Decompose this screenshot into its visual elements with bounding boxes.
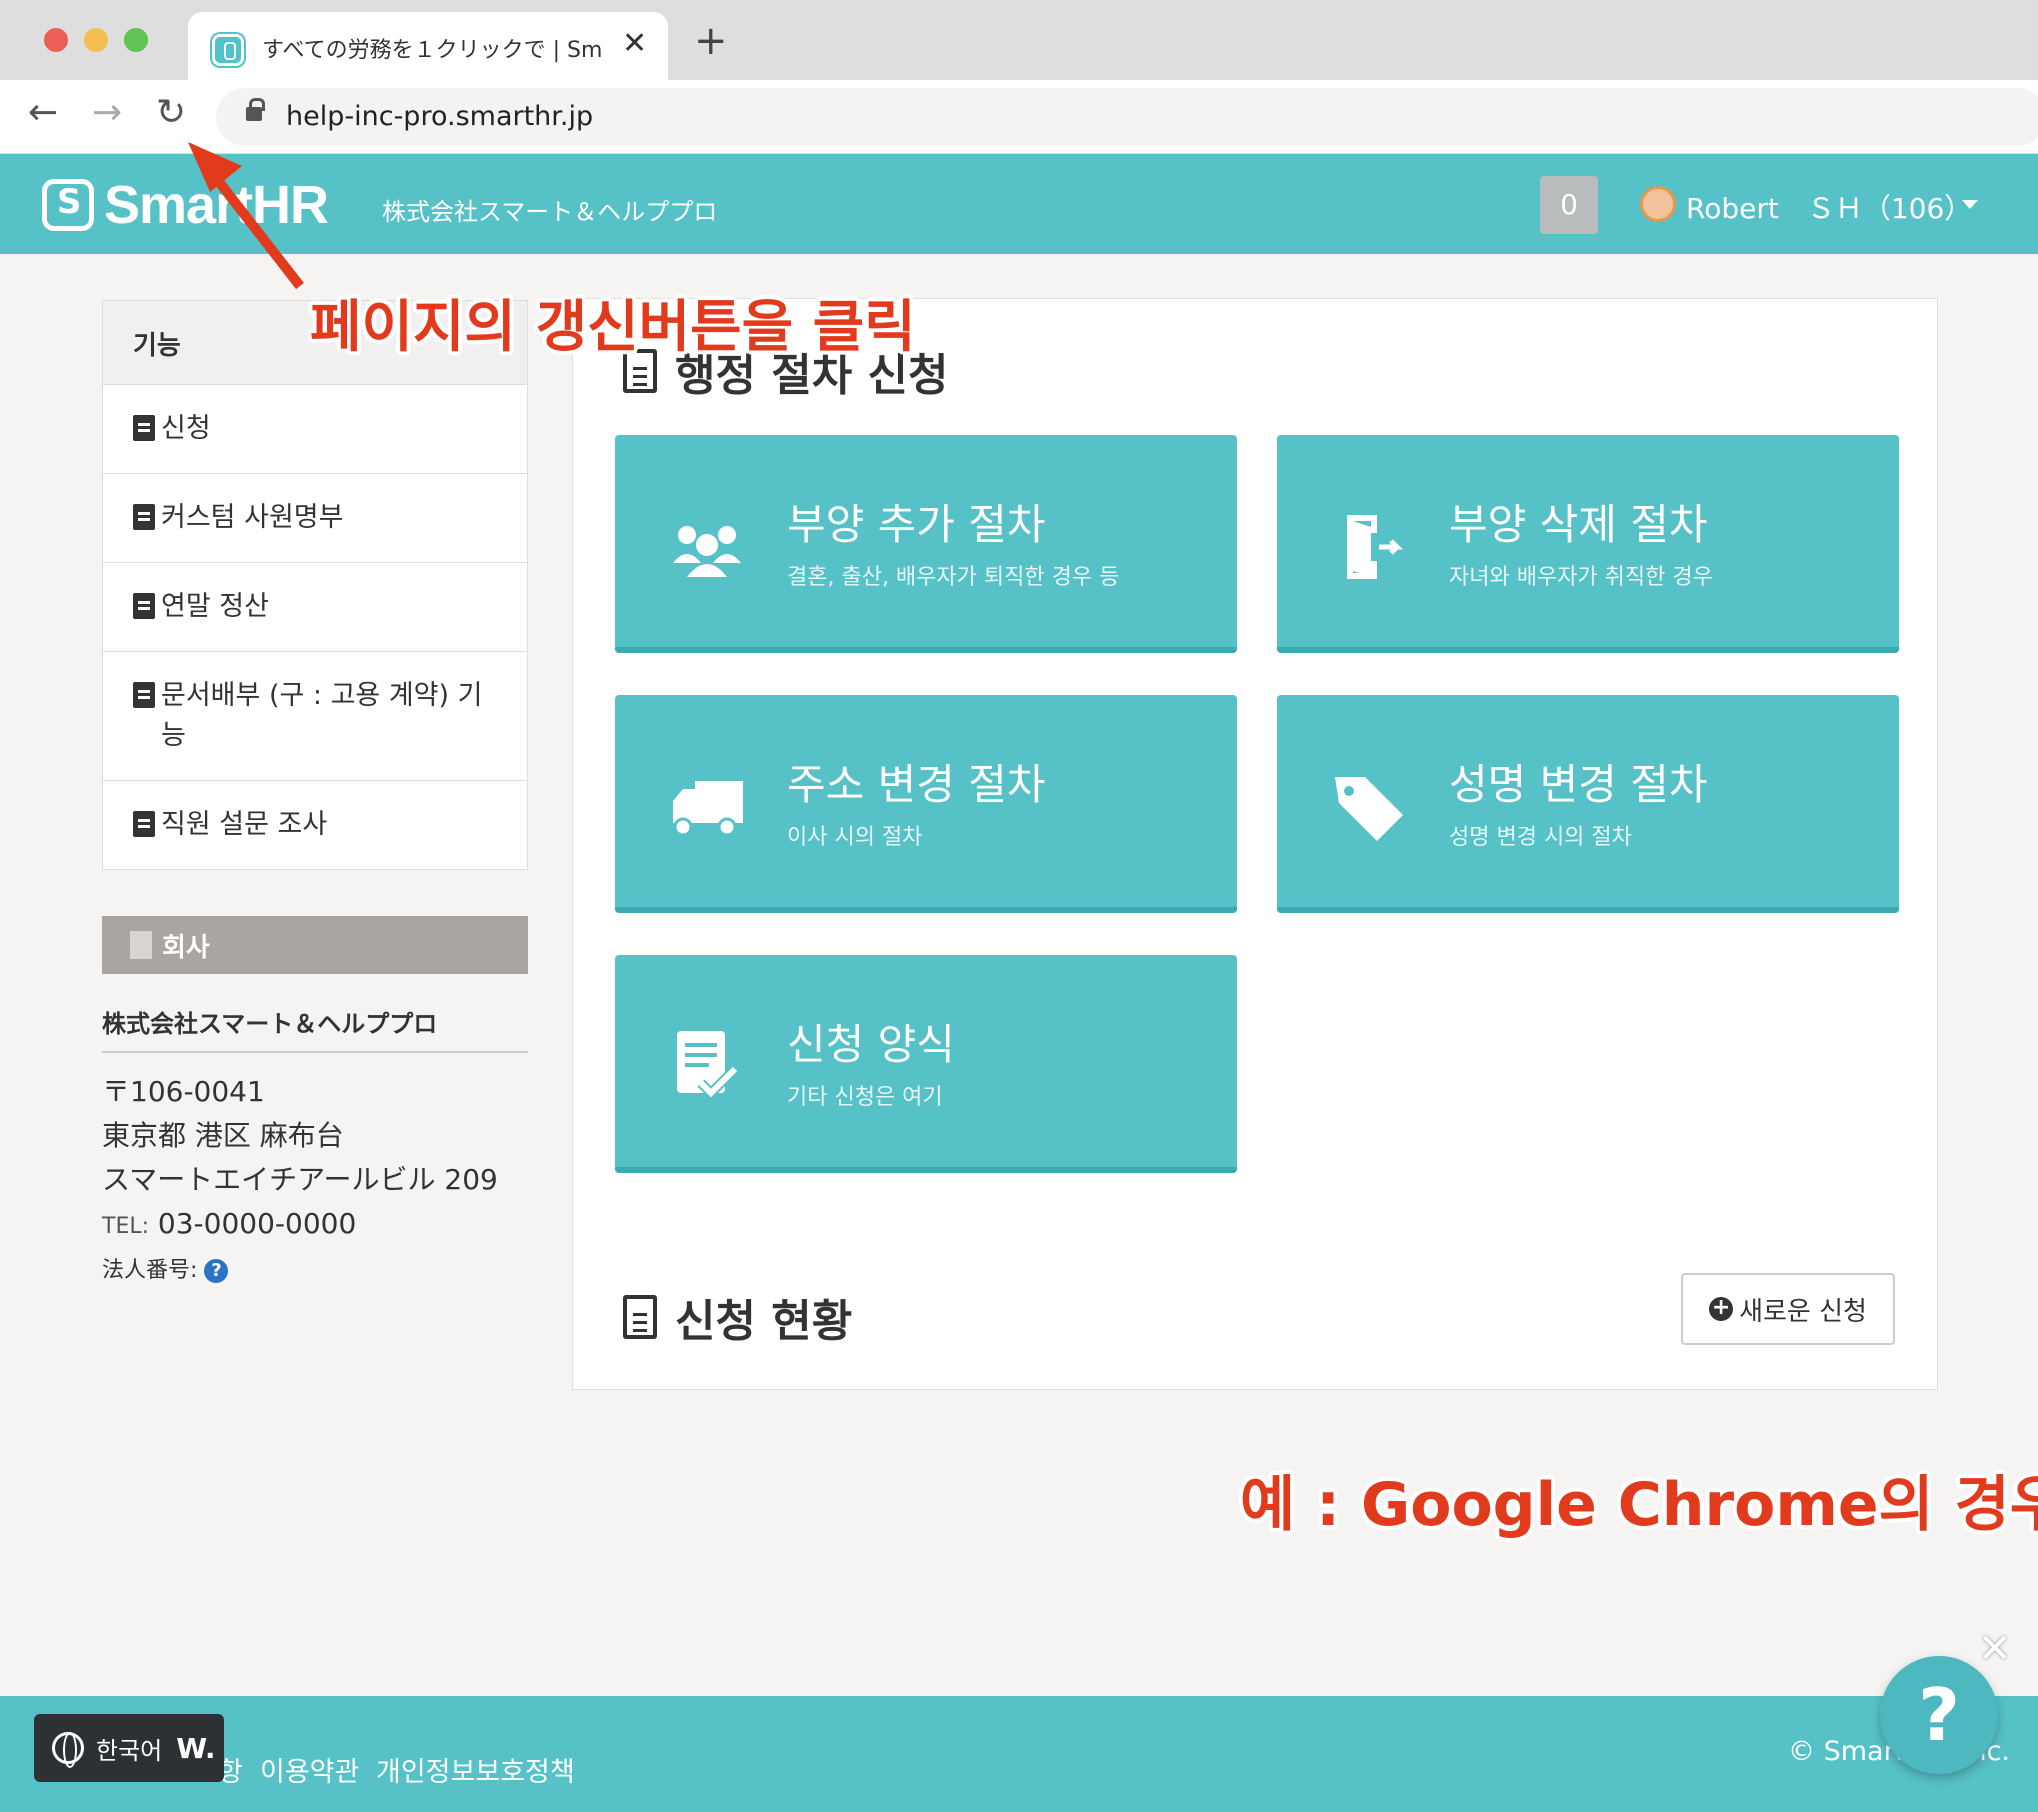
language-switcher[interactable]: 한국어 W. <box>34 1714 224 1782</box>
close-window-button[interactable] <box>44 28 68 52</box>
document-distribution-icon <box>133 682 155 708</box>
dependent-remove-card[interactable]: 부양 삭제 절차 자녀와 배우자가 취직한 경우 <box>1277 435 1899 653</box>
user-menu[interactable]: Robert ＳＨ（106） <box>1686 187 1972 227</box>
sidebar-item-label: 문서배부 (구 : 고용 계약) 기능 <box>161 680 483 751</box>
notification-badge[interactable]: 0 <box>1540 176 1598 234</box>
language-label: 한국어 <box>96 1736 163 1765</box>
users-icon <box>673 526 741 577</box>
terms-link[interactable]: 이용약관 <box>260 1750 359 1789</box>
company-heading: 회사 <box>102 916 528 974</box>
address-change-card[interactable]: 주소 변경 절차 이사 시의 절차 <box>615 695 1237 913</box>
card-subtitle: 자녀와 배우자가 취직한 경우 <box>1449 565 1713 590</box>
sidebar-item-application[interactable]: 신청 <box>103 385 527 474</box>
document-icon <box>623 1295 657 1339</box>
plus-circle-icon: + <box>1709 1297 1734 1321</box>
company-address-line1: 東京都 港区 麻布台 <box>102 1119 344 1152</box>
privacy-link[interactable]: 개인정보보호정책 <box>376 1750 575 1789</box>
browser-tab[interactable]: すべての労務を１クリックで | SmartHR ✕ <box>188 12 668 82</box>
sidebar-item-label: 커스텀 사원명부 <box>161 502 344 533</box>
application-form-card[interactable]: 신청 양식 기타 신청은 여기 <box>615 955 1237 1173</box>
minimize-window-button[interactable] <box>84 28 108 52</box>
widget-brand-logo: W. <box>176 1731 216 1765</box>
sidebar-item-employee-survey[interactable]: 직원 설문 조사 <box>103 781 527 869</box>
maximize-window-button[interactable] <box>124 28 148 52</box>
tel-label: TEL: <box>102 1214 150 1239</box>
example-note-annotation: 예 : Google Chrome의 경우 <box>1240 1470 2038 1540</box>
arrow-icon <box>188 142 304 290</box>
help-icon[interactable]: ? <box>204 1259 229 1283</box>
new-request-button[interactable]: + 새로운 신청 <box>1681 1273 1895 1345</box>
card-title: 성명 변경 절차 <box>1449 760 1708 809</box>
close-icon[interactable]: ✕ <box>1978 1626 2012 1672</box>
tag-icon <box>1335 777 1403 841</box>
card-subtitle: 결혼, 출산, 배우자가 퇴직한 경우 등 <box>787 565 1120 590</box>
caret-down-icon[interactable] <box>1962 200 1978 209</box>
globe-icon <box>52 1732 84 1768</box>
sidebar-item-year-end-adjustment[interactable]: 연말 정산 <box>103 563 527 652</box>
sidebar-item-label: 직원 설문 조사 <box>161 809 328 840</box>
card-subtitle: 이사 시의 절차 <box>787 825 923 850</box>
tab-title: すべての労務を１クリックで | SmartHR <box>262 38 602 63</box>
card-title: 신청 양식 <box>787 1020 955 1069</box>
reload-hint-annotation: 페이지의 갱신버튼을 클릭 <box>310 295 916 360</box>
sidebar-item-label: 연말 정산 <box>161 591 269 622</box>
card-subtitle: 성명 변경 시의 절차 <box>1449 825 1632 850</box>
reload-button[interactable]: ↻ <box>156 92 186 133</box>
forward-button[interactable]: → <box>92 92 122 133</box>
dependent-add-card[interactable]: 부양 추가 절차 결혼, 출산, 배우자가 퇴직한 경우 등 <box>615 435 1237 653</box>
calendar-icon <box>133 593 155 619</box>
tab-close-icon[interactable]: ✕ <box>622 26 647 61</box>
lock-icon <box>246 98 265 121</box>
exit-door-icon <box>1347 515 1404 579</box>
url-text: help-inc-pro.smarthr.jp <box>286 101 594 132</box>
sidebar-item-custom-employee-list[interactable]: 커스텀 사원명부 <box>103 474 527 563</box>
card-title: 주소 변경 절차 <box>787 760 1046 809</box>
card-title: 부양 추가 절차 <box>787 500 1046 549</box>
footer: 항 이용약관 개인정보보호정책 <box>0 1696 2038 1812</box>
browser-tab-bar: すべての労務を１クリックで | SmartHR ✕ + <box>0 0 2038 82</box>
sidebar-item-document-distribution[interactable]: 문서배부 (구 : 고용 계약) 기능 <box>103 652 527 781</box>
new-tab-button[interactable]: + <box>694 18 728 64</box>
status-title-text: 신청 현황 <box>675 1296 853 1347</box>
address-bar[interactable]: help-inc-pro.smarthr.jp <box>216 88 2038 146</box>
corp-number-label: 法人番号: <box>102 1258 198 1283</box>
company-name: 株式会社スマート＆ヘルププロ <box>102 1004 528 1053</box>
card-subtitle: 기타 신청은 여기 <box>787 1085 943 1110</box>
sidebar-item-label: 신청 <box>161 413 211 444</box>
name-change-card[interactable]: 성명 변경 절차 성명 변경 시의 절차 <box>1277 695 1899 913</box>
new-request-label: 새로운 신청 <box>1739 1296 1867 1327</box>
company-heading-label: 회사 <box>162 932 210 963</box>
company-tel: TEL: 03-0000-0000 <box>102 1207 528 1244</box>
header-company-name: 株式会社スマート＆ヘルププロ <box>382 198 718 226</box>
feature-menu: 기능 신청 커스텀 사원명부 연말 정산 문서배부 (구 : 고용 계약) 기능… <box>102 300 528 870</box>
avatar[interactable] <box>1640 186 1676 222</box>
survey-icon <box>133 811 155 837</box>
sidebar: 기능 신청 커스텀 사원명부 연말 정산 문서배부 (구 : 고용 계약) 기능… <box>102 300 528 1288</box>
main-panel: 행정 절차 신청 부양 추가 절차 결혼, 출산, 배우자가 퇴직한 경우 등 … <box>572 298 1938 1390</box>
company-address-line2: スマートエイチアールビル 209 <box>102 1163 498 1196</box>
building-icon <box>130 931 152 959</box>
status-section-title: 신청 현황 <box>623 1285 852 1349</box>
help-chat-button[interactable]: ? <box>1880 1656 1998 1774</box>
truck-icon <box>673 781 743 837</box>
application-icon <box>133 415 155 441</box>
company-postal: 〒106-0041 <box>102 1075 265 1108</box>
corporate-number: 法人番号: ? <box>102 1254 528 1288</box>
card-title: 부양 삭제 절차 <box>1449 500 1708 549</box>
back-button[interactable]: ← <box>28 92 58 133</box>
form-check-icon <box>677 1031 739 1101</box>
tel-value: 03-0000-0000 <box>157 1207 357 1240</box>
company-info: 회사 株式会社スマート＆ヘルププロ 〒106-0041 東京都 港区 麻布台 ス… <box>102 916 528 1288</box>
smarthr-favicon-icon <box>212 34 244 66</box>
employee-list-icon <box>133 504 155 530</box>
smarthr-logo-icon <box>42 179 94 231</box>
